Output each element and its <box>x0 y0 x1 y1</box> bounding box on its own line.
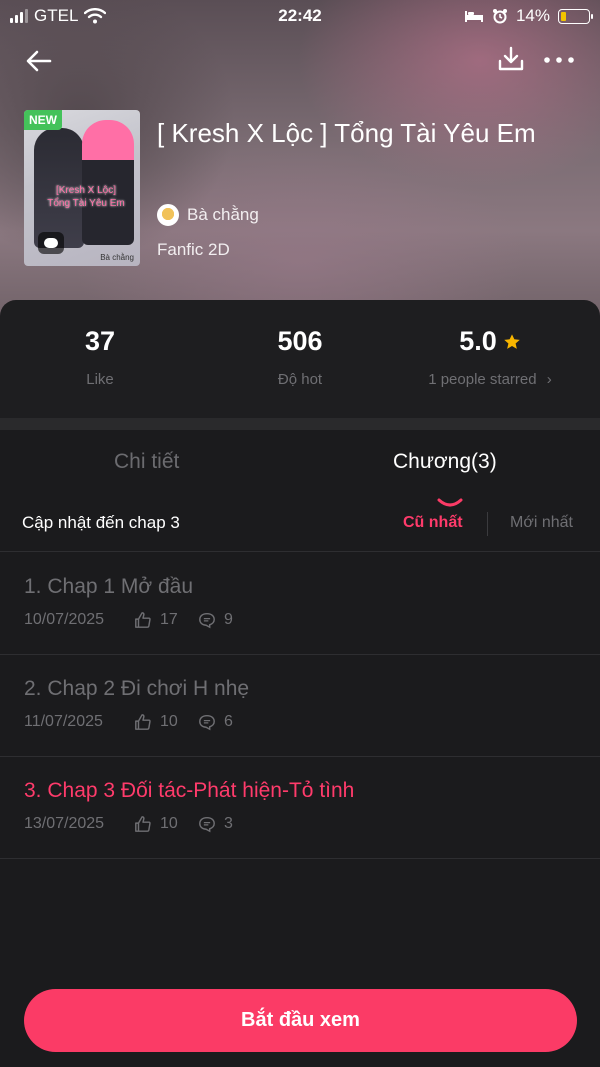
chapter-likes: 17 <box>134 611 198 629</box>
comments-value: 9 <box>224 611 233 628</box>
chapter-title: 1. Chap 1 Mở đầu <box>24 575 194 598</box>
cover-character-right <box>82 120 134 245</box>
likes-value: 10 <box>160 815 178 832</box>
alarm-icon <box>492 9 507 24</box>
likes-label: Like <box>86 371 114 388</box>
author-name: Bà chằng <box>187 205 259 224</box>
comments-value: 6 <box>224 713 233 730</box>
battery-icon <box>558 8 593 24</box>
rating-value-row: 5.0 <box>390 326 590 357</box>
chapter-comments: 6 <box>198 713 233 731</box>
chapter-meta: 13/07/2025 10 3 <box>24 815 233 833</box>
more-options-icon[interactable] <box>542 52 576 68</box>
author-link[interactable]: Bà chằng <box>157 204 259 226</box>
chapter-row-current[interactable]: 3. Chap 3 Đối tác-Phát hiện-Tỏ tình 13/0… <box>0 757 600 859</box>
rating-label: 1 people starred <box>428 371 537 388</box>
battery-percent: 14% <box>515 6 550 25</box>
hot-label: Độ hot <box>277 371 323 388</box>
chapter-date: 10/07/2025 <box>24 611 105 628</box>
download-icon[interactable] <box>496 44 526 74</box>
tab-detail[interactable]: Chi tiết <box>114 450 179 474</box>
likes-value: 17 <box>160 611 178 628</box>
sort-oldest-button[interactable]: Cũ nhất <box>403 514 463 532</box>
tab-bar: Chi tiết Chương(3) <box>0 450 600 507</box>
thumbs-up-icon <box>135 714 151 730</box>
stat-hot: 506 Độ hot <box>200 326 400 388</box>
chapter-date: 11/07/2025 <box>24 713 103 730</box>
chapter-likes: 10 <box>134 815 198 833</box>
update-label: Cập nhật đến chap 3 <box>22 513 180 532</box>
thumbs-up-icon <box>135 612 151 628</box>
rating-value: 5.0 <box>459 326 497 356</box>
chapter-title: 3. Chap 3 Đối tác-Phát hiện-Tỏ tình <box>24 779 355 802</box>
tab-chapters[interactable]: Chương(3) <box>393 450 497 474</box>
comment-icon <box>199 612 215 629</box>
comments-value: 3 <box>224 815 233 832</box>
chapter-row[interactable]: 2. Chap 2 Đi chơi H nhẹ 11/07/2025 10 6 <box>0 655 600 757</box>
chevron-right-icon: › <box>546 371 552 388</box>
cover-title-text: [Kresh X Lộc] Tổng Tài Yêu Em <box>47 185 125 209</box>
story-title: [ Kresh X Lộc ] Tổng Tài Yêu Em <box>157 118 536 148</box>
new-badge: NEW <box>24 110 62 130</box>
likes-value: 10 <box>160 713 178 730</box>
cover-credit: Bà chằng <box>100 253 134 262</box>
chapter-meta: 10/07/2025 17 9 <box>24 611 233 629</box>
chapter-date: 13/07/2025 <box>24 815 105 832</box>
thumbs-up-icon <box>135 816 151 832</box>
star-icon <box>504 333 520 349</box>
hot-count: 506 <box>277 326 323 356</box>
comment-icon <box>199 714 215 731</box>
chapter-list-header: Cập nhật đến chap 3 Cũ nhất Mới nhất <box>0 512 600 552</box>
comment-icon <box>199 816 215 833</box>
start-reading-button[interactable]: Bắt đầu xem <box>24 989 577 1052</box>
sort-divider <box>487 512 488 536</box>
chapter-comments: 3 <box>198 815 233 833</box>
section-divider <box>0 418 600 430</box>
active-tab-indicator <box>437 498 463 507</box>
status-bar: GTEL 22:42 14% <box>0 0 600 32</box>
rating-label-row: 1 people starred › <box>390 371 590 388</box>
back-arrow-icon[interactable] <box>22 44 56 78</box>
chapter-section: Chi tiết Chương(3) Cập nhật đến chap 3 C… <box>0 430 600 1067</box>
chapter-title: 2. Chap 2 Đi chơi H nhẹ <box>24 677 250 700</box>
chapter-likes: 10 <box>134 713 198 731</box>
stats-card: 37 Like 506 Độ hot 5.0 1 people starred … <box>0 300 600 418</box>
story-genre: Fanfic 2D <box>157 240 230 259</box>
sort-newest-button[interactable]: Mới nhất <box>510 514 573 532</box>
chat-bubble-icon <box>38 232 64 254</box>
status-right: 14% <box>464 6 593 26</box>
author-avatar <box>157 204 179 226</box>
story-cover[interactable]: [Kresh X Lộc] Tổng Tài Yêu Em NEW Bà chằ… <box>24 110 140 266</box>
likes-count: 37 <box>84 326 116 356</box>
chapter-comments: 9 <box>198 611 233 629</box>
stat-rating[interactable]: 5.0 1 people starred › <box>390 326 590 388</box>
bed-icon <box>464 11 483 22</box>
chapter-row[interactable]: 1. Chap 1 Mở đầu 10/07/2025 17 9 <box>0 553 600 655</box>
chapter-meta: 11/07/2025 10 6 <box>24 713 233 731</box>
stat-likes: 37 Like <box>0 326 200 388</box>
